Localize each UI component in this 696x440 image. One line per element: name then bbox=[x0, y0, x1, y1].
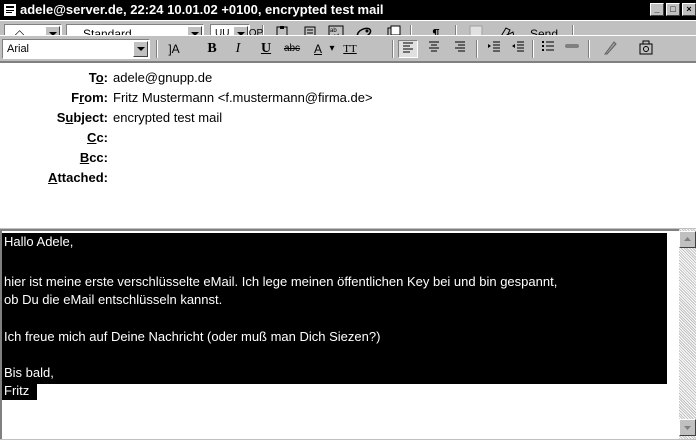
subject-label: Subject: bbox=[56, 110, 108, 125]
from-label: From: bbox=[71, 90, 108, 105]
separator bbox=[532, 40, 534, 58]
body-line: ob Du die eMail entschlüsseln kannst. bbox=[4, 292, 223, 307]
from-field[interactable]: Fritz Mustermann <f.mustermann@firma.de> bbox=[113, 90, 373, 105]
body-line: Fritz bbox=[4, 383, 30, 398]
window-title: adele@server.de, 22:24 10.01.02 +0100, e… bbox=[20, 2, 384, 17]
chevron-down-icon[interactable] bbox=[133, 41, 148, 57]
separator bbox=[588, 40, 590, 58]
sign-button[interactable] bbox=[600, 40, 620, 58]
to-field[interactable]: adele@gnupp.de bbox=[113, 70, 212, 85]
align-right-button[interactable] bbox=[450, 40, 470, 58]
color-dropdown[interactable]: ▾ bbox=[326, 40, 338, 58]
selection-highlight bbox=[2, 233, 667, 384]
arrow-up-icon bbox=[684, 237, 691, 241]
vertical-scrollbar[interactable] bbox=[679, 229, 696, 439]
header-fields: To: adele@gnupp.de From: Fritz Musterman… bbox=[0, 62, 696, 228]
bullet-list-icon bbox=[542, 41, 554, 51]
minimize-button[interactable]: _ bbox=[650, 3, 664, 16]
body-line: Ich freue mich auf Deine Nachricht (oder… bbox=[4, 329, 381, 344]
mail-compose-window: adele@server.de, 22:24 10.01.02 +0100, e… bbox=[0, 0, 696, 439]
bcc-label: Bcc: bbox=[79, 150, 108, 165]
subject-row[interactable]: Subject: encrypted test mail bbox=[0, 110, 696, 128]
close-button[interactable]: × bbox=[682, 3, 696, 16]
body-line: hier ist meine erste verschlüsselte eMai… bbox=[4, 274, 558, 289]
align-right-icon bbox=[455, 41, 465, 52]
to-row[interactable]: To: adele@gnupp.de bbox=[0, 70, 696, 88]
outdent-button[interactable] bbox=[508, 40, 528, 58]
maximize-button[interactable]: □ bbox=[666, 3, 680, 16]
scroll-up-button[interactable] bbox=[679, 231, 696, 248]
font-select[interactable]: Arial bbox=[2, 39, 150, 59]
align-left-button[interactable] bbox=[398, 40, 418, 58]
body-line: Bis bald, bbox=[4, 365, 54, 380]
toolbar-font: Arial ]A B I U abc A ▾ TT bbox=[0, 35, 696, 62]
horizontal-rule-button[interactable] bbox=[562, 40, 582, 58]
encrypt-icon bbox=[639, 40, 653, 55]
align-left-icon bbox=[403, 42, 413, 53]
bcc-row[interactable]: Bcc: bbox=[0, 150, 696, 168]
separator bbox=[476, 40, 478, 58]
indent-button[interactable] bbox=[484, 40, 504, 58]
teletype-button[interactable]: TT bbox=[340, 40, 360, 58]
cc-row[interactable]: Cc: bbox=[0, 130, 696, 148]
from-row[interactable]: From: Fritz Mustermann <f.mustermann@fir… bbox=[0, 90, 696, 108]
subject-field[interactable]: encrypted test mail bbox=[113, 110, 222, 125]
separator bbox=[156, 40, 158, 58]
horizontal-rule-icon bbox=[565, 44, 579, 48]
separator bbox=[392, 40, 394, 58]
font-color-button[interactable]: A bbox=[308, 40, 328, 58]
italic-button[interactable]: I bbox=[228, 40, 248, 58]
app-icon bbox=[4, 4, 16, 16]
underline-button[interactable]: U bbox=[256, 40, 276, 58]
scroll-down-button[interactable] bbox=[679, 419, 696, 436]
title-bar[interactable]: adele@server.de, 22:24 10.01.02 +0100, e… bbox=[0, 0, 696, 20]
strike-button[interactable]: abc bbox=[282, 40, 302, 58]
body-line: Hallo Adele, bbox=[4, 234, 74, 249]
align-center-button[interactable] bbox=[424, 40, 444, 58]
message-body[interactable]: Hallo Adele, hier ist meine erste versch… bbox=[0, 229, 679, 439]
cc-label: Cc: bbox=[87, 130, 108, 145]
quill-icon bbox=[604, 41, 617, 55]
outdent-icon bbox=[512, 41, 524, 52]
arrow-down-icon bbox=[684, 426, 691, 430]
bold-button[interactable]: B bbox=[202, 40, 222, 58]
font-size-button[interactable]: ]A bbox=[164, 40, 184, 58]
align-center-icon bbox=[429, 41, 439, 52]
attached-label: Attached: bbox=[48, 170, 108, 185]
attached-row[interactable]: Attached: bbox=[0, 170, 696, 188]
encrypt-button[interactable] bbox=[636, 40, 656, 58]
bullet-list-button[interactable] bbox=[538, 40, 558, 58]
indent-icon bbox=[488, 41, 500, 52]
to-label: To: bbox=[88, 70, 108, 85]
